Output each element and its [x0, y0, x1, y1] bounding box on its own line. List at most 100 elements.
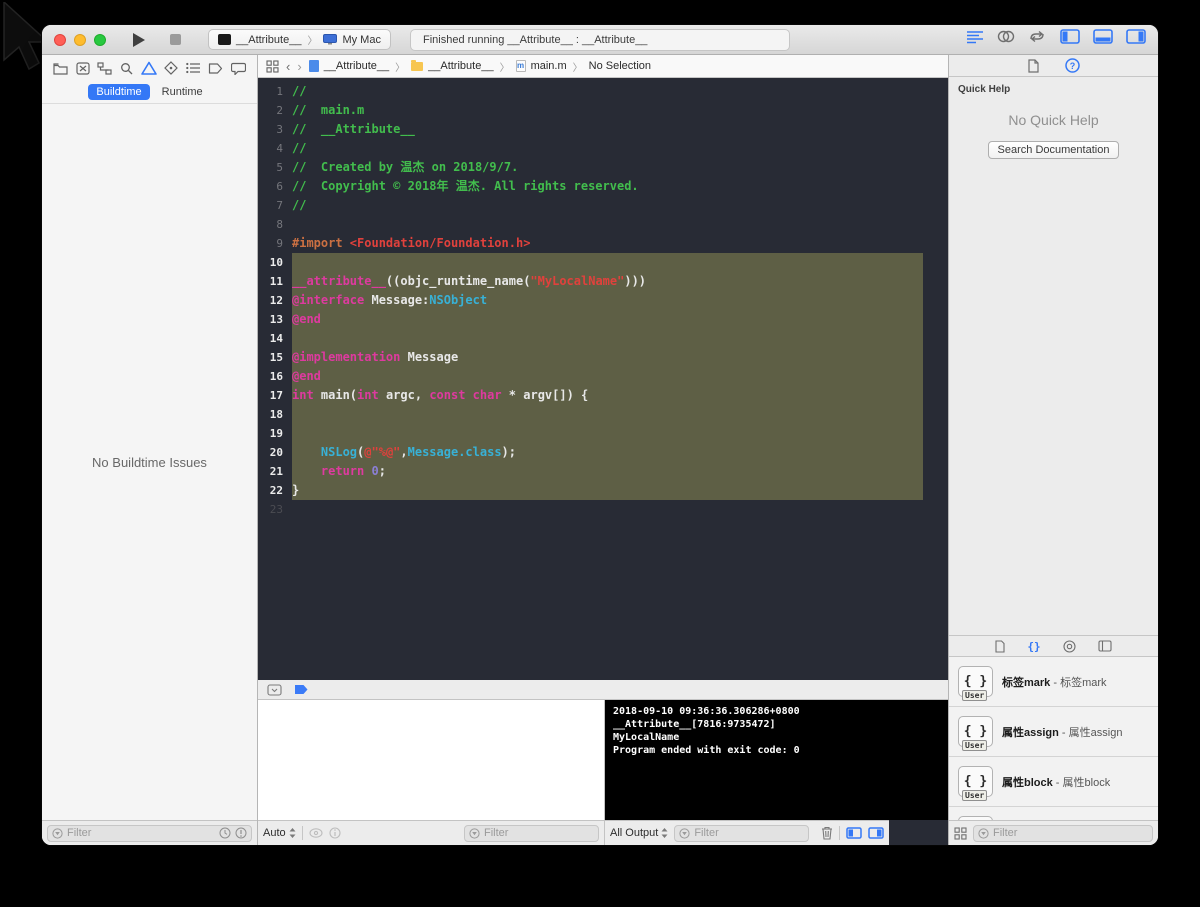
line-number[interactable]: 18: [258, 405, 292, 424]
run-button[interactable]: [128, 29, 150, 51]
debug-navigator-icon[interactable]: [185, 62, 201, 74]
go-forward-button[interactable]: ›: [297, 59, 301, 74]
search-documentation-button[interactable]: Search Documentation: [987, 141, 1120, 159]
variables-view[interactable]: [258, 700, 605, 820]
scheme-project-label[interactable]: __Attribute__: [236, 34, 301, 46]
code-line[interactable]: 4//: [258, 139, 948, 158]
code-line[interactable]: 19: [258, 424, 948, 443]
line-number[interactable]: 22: [258, 481, 292, 500]
code-line[interactable]: 21 return 0;: [258, 462, 948, 481]
breadcrumb-selection[interactable]: No Selection: [589, 60, 651, 72]
code-line[interactable]: 3// __Attribute__: [258, 120, 948, 139]
source-control-navigator-icon[interactable]: [76, 61, 90, 75]
code-line[interactable]: 12 @interface Message:NSObject: [258, 291, 948, 310]
line-number[interactable]: 16: [258, 367, 292, 386]
line-number[interactable]: 19: [258, 424, 292, 443]
object-library-tab[interactable]: [1098, 640, 1112, 652]
file-inspector-tab[interactable]: [1027, 58, 1039, 73]
report-navigator-icon[interactable]: [231, 62, 246, 75]
info-icon[interactable]: [329, 827, 341, 839]
code-line[interactable]: 1//: [258, 82, 948, 101]
project-navigator-icon[interactable]: [53, 62, 68, 75]
line-number[interactable]: 1: [258, 82, 292, 101]
code-text[interactable]: @implementation Message: [292, 348, 923, 367]
line-number[interactable]: 3: [258, 120, 292, 139]
code-text[interactable]: NSLog(@"%@",Message.class);: [292, 443, 923, 462]
line-number[interactable]: 14: [258, 329, 292, 348]
code-line[interactable]: 8: [258, 215, 948, 234]
code-line[interactable]: 6// Copyright © 2018年 温杰. All rights res…: [258, 177, 948, 196]
code-text[interactable]: [292, 253, 923, 272]
code-text[interactable]: #import <Foundation/Foundation.h>: [292, 234, 923, 253]
go-back-button[interactable]: ‹: [286, 59, 290, 74]
symbol-navigator-icon[interactable]: [97, 61, 112, 75]
test-navigator-icon[interactable]: [164, 61, 178, 75]
code-text[interactable]: //: [292, 196, 923, 215]
line-number[interactable]: 5: [258, 158, 292, 177]
code-line[interactable]: 9 #import <Foundation/Foundation.h>: [258, 234, 948, 253]
code-text[interactable]: // Copyright © 2018年 温杰. All rights rese…: [292, 177, 923, 196]
recent-issues-icon[interactable]: [219, 827, 231, 839]
toggle-console-view-button[interactable]: [868, 827, 885, 839]
line-number[interactable]: 10: [258, 253, 292, 272]
code-text[interactable]: // Created by 温杰 on 2018/9/7.: [292, 158, 923, 177]
variables-filter-input[interactable]: [484, 827, 594, 839]
code-line[interactable]: 10: [258, 253, 948, 272]
line-number[interactable]: 9: [258, 234, 292, 253]
snippet-list-item[interactable]: { } User 属性block - 属性block: [949, 757, 1158, 807]
library-filter-input[interactable]: [993, 827, 1148, 839]
code-line[interactable]: 14: [258, 329, 948, 348]
code-text[interactable]: // main.m: [292, 101, 923, 120]
media-library-tab[interactable]: [1063, 639, 1076, 653]
code-text[interactable]: //: [292, 139, 923, 158]
toggle-variables-view-button[interactable]: [846, 827, 863, 839]
breadcrumb-project[interactable]: __Attribute__: [324, 60, 389, 72]
tab-buildtime[interactable]: Buildtime: [88, 84, 150, 100]
line-number[interactable]: 7: [258, 196, 292, 215]
breakpoints-toggle-button[interactable]: [294, 684, 309, 695]
scheme-target-label[interactable]: My Mac: [342, 34, 381, 46]
zoom-window-button[interactable]: [94, 33, 106, 46]
variables-filter-field[interactable]: [464, 824, 599, 842]
stop-button[interactable]: [164, 29, 186, 51]
file-template-library-tab[interactable]: [995, 639, 1005, 653]
code-text[interactable]: [292, 405, 923, 424]
code-line[interactable]: 16 @end: [258, 367, 948, 386]
line-number[interactable]: 4: [258, 139, 292, 158]
code-line[interactable]: 13 @end: [258, 310, 948, 329]
code-text[interactable]: //: [292, 82, 923, 101]
breadcrumb-file[interactable]: main.m: [531, 60, 567, 72]
line-number[interactable]: 2: [258, 101, 292, 120]
code-text[interactable]: @end: [292, 310, 923, 329]
code-line[interactable]: 23: [258, 500, 948, 519]
clear-console-button[interactable]: [821, 826, 833, 840]
assistant-editor-button[interactable]: [997, 30, 1015, 43]
code-line[interactable]: 5// Created by 温杰 on 2018/9/7.: [258, 158, 948, 177]
snippet-list-item[interactable]: { }User: [949, 807, 1158, 820]
line-number[interactable]: 6: [258, 177, 292, 196]
line-number[interactable]: 12: [258, 291, 292, 310]
code-text[interactable]: [292, 215, 923, 234]
version-editor-button[interactable]: [1028, 30, 1046, 43]
code-line[interactable]: 20 NSLog(@"%@",Message.class);: [258, 443, 948, 462]
code-line[interactable]: 11 __attribute__((objc_runtime_name("MyLo…: [258, 272, 948, 291]
line-number[interactable]: 8: [258, 215, 292, 234]
code-line[interactable]: 22}: [258, 481, 948, 500]
console-output[interactable]: 2018-09-10 09:36:36.306286+0800 __Attrib…: [605, 700, 948, 820]
code-text[interactable]: @interface Message:NSObject: [292, 291, 923, 310]
source-editor[interactable]: 1//2// main.m 3// __Attribute__ 4//5// Cre…: [258, 78, 948, 680]
code-text[interactable]: return 0;: [292, 462, 923, 481]
console-filter-field[interactable]: [674, 824, 810, 842]
line-number[interactable]: 11: [258, 272, 292, 291]
breadcrumb-group[interactable]: __Attribute__: [428, 60, 493, 72]
line-number[interactable]: 17: [258, 386, 292, 405]
breakpoint-navigator-icon[interactable]: [208, 62, 223, 74]
show-only-variables-icon[interactable]: [309, 828, 323, 838]
line-number[interactable]: 23: [258, 500, 292, 519]
line-number[interactable]: 20: [258, 443, 292, 462]
console-output-popup[interactable]: All Output: [610, 827, 668, 839]
search-navigator-icon[interactable]: [120, 62, 133, 75]
code-line[interactable]: 17 int main(int argc, const char * argv[]…: [258, 386, 948, 405]
code-text[interactable]: }: [292, 481, 923, 500]
variables-scope-popup[interactable]: Auto: [263, 827, 296, 839]
